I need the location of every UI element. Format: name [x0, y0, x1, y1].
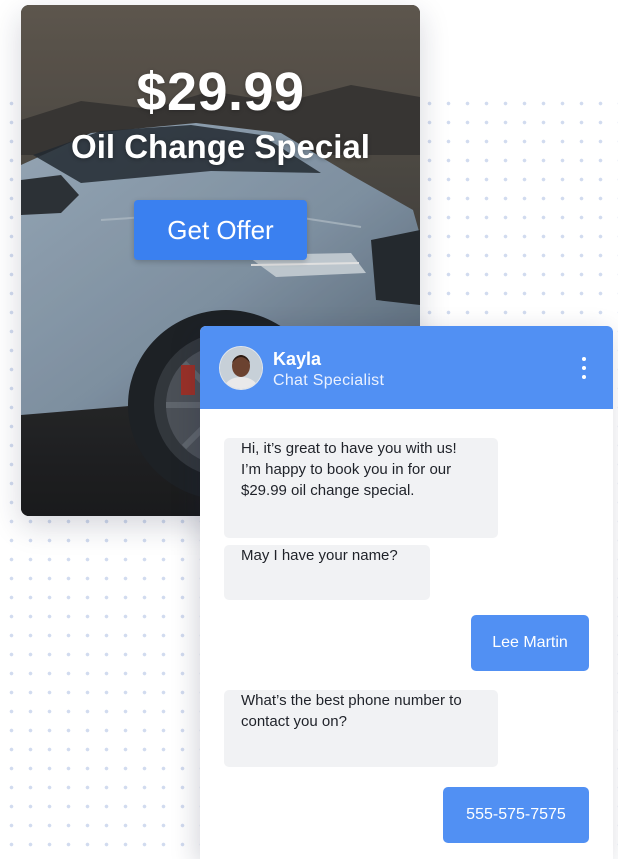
- kebab-menu-icon[interactable]: [574, 354, 594, 384]
- agent-message: What’s the best phone number to contact …: [224, 690, 498, 767]
- agent-message: Hi, it’s great to have you with us! I’m …: [224, 438, 498, 538]
- offer-title: Oil Change Special: [71, 128, 370, 165]
- user-message: 555-575-7575: [443, 787, 589, 843]
- chat-header: Kayla Chat Specialist: [200, 326, 613, 409]
- offer-price: $29.99: [136, 62, 305, 122]
- agent-role: Chat Specialist: [273, 372, 385, 389]
- person-avatar-icon: [219, 346, 263, 390]
- user-message: Lee Martin: [471, 615, 589, 671]
- agent-message: May I have your name?: [224, 545, 430, 600]
- get-offer-button[interactable]: Get Offer: [134, 200, 307, 260]
- chat-window: Kayla Chat Specialist Hi, it’s great to …: [200, 326, 613, 859]
- agent-name: Kayla: [273, 349, 322, 369]
